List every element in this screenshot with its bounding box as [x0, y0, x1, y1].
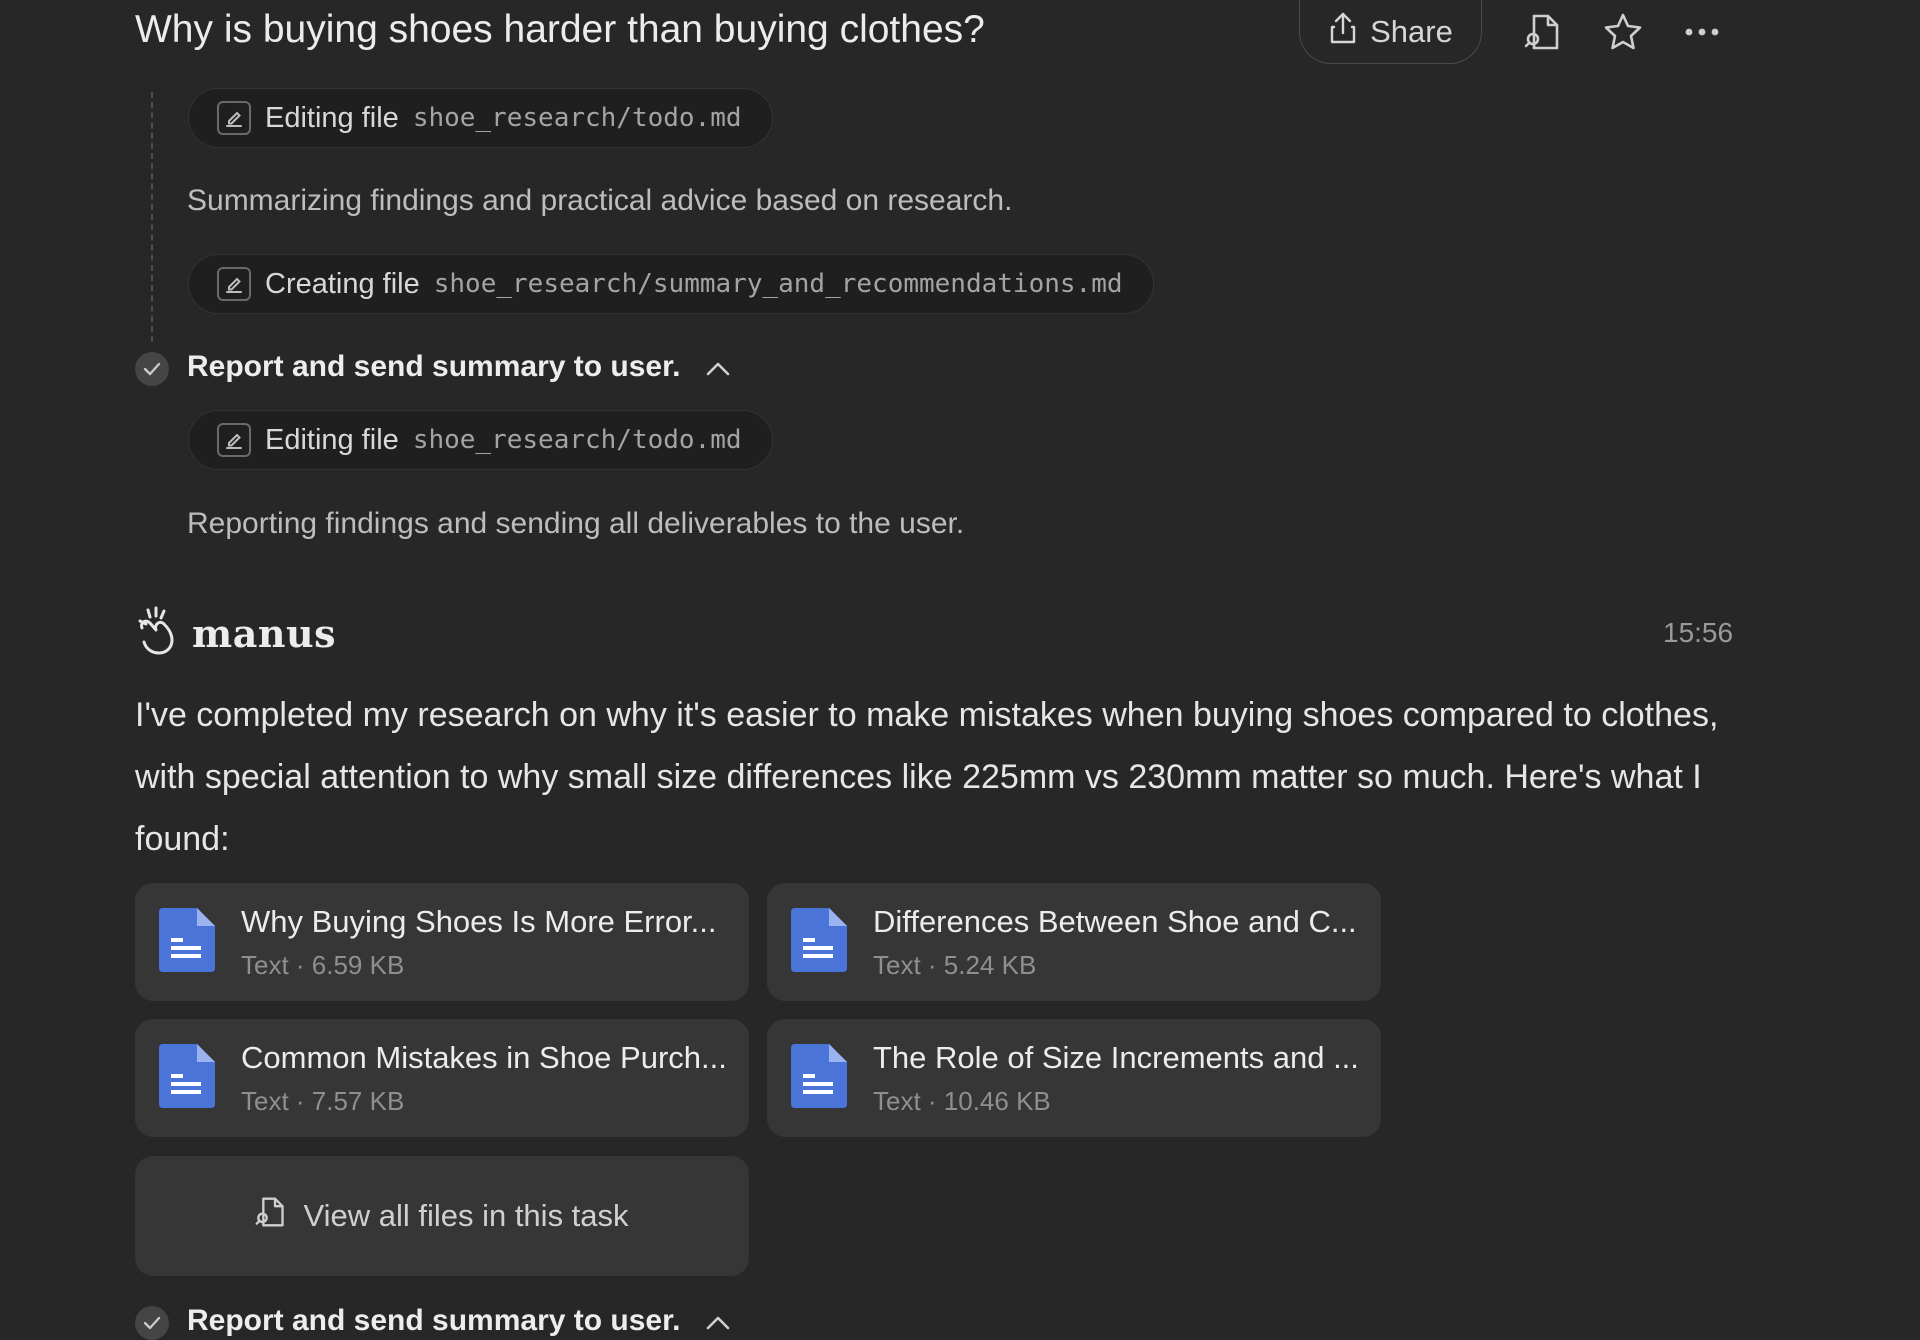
document-icon [159, 1043, 215, 1113]
file-card[interactable]: Why Buying Shoes Is More Error... Text ·… [135, 883, 749, 1001]
tool-action-label: Creating file [265, 267, 420, 300]
edit-icon [217, 423, 251, 457]
file-name: Differences Between Shoe and C... [873, 903, 1357, 939]
share-icon [1328, 11, 1358, 53]
file-meta: Text · 10.46 KB [873, 1085, 1051, 1116]
step-complete-check-icon [135, 352, 169, 386]
edit-icon [217, 101, 251, 135]
assistant-message: I've completed my research on why it's e… [135, 696, 1719, 858]
file-name: Why Buying Shoes Is More Error... [241, 903, 717, 939]
tool-action-label: Editing file [265, 423, 399, 456]
file-search-icon [255, 1195, 285, 1237]
document-icon [791, 1043, 847, 1113]
file-card[interactable]: The Role of Size Increments and ... Text… [767, 1019, 1381, 1137]
file-meta: Text · 5.24 KB [873, 949, 1037, 980]
step-title[interactable]: Report and send summary to user. [187, 1304, 730, 1338]
view-all-files-label: View all files in this task [303, 1198, 629, 1233]
document-icon [159, 907, 215, 977]
tool-call-pill[interactable]: Editing file shoe_research/todo.md [188, 88, 773, 148]
tool-call-pill[interactable]: Editing file shoe_research/todo.md [188, 410, 773, 470]
edit-icon [217, 267, 251, 301]
assistant-header: manus [136, 606, 336, 661]
step-note: Summarizing findings and practical advic… [187, 184, 1013, 217]
share-label: Share [1370, 13, 1453, 49]
step-note: Reporting findings and sending all deliv… [187, 507, 965, 540]
timeline-connector [151, 92, 153, 342]
step-title[interactable]: Report and send summary to user. [187, 350, 730, 384]
file-card[interactable]: Common Mistakes in Shoe Purch... Text · … [135, 1019, 749, 1137]
document-icon [791, 907, 847, 977]
assistant-name: manus [192, 611, 336, 656]
view-all-files-button[interactable]: View all files in this task [135, 1156, 749, 1276]
file-search-icon[interactable] [1520, 10, 1564, 54]
step-complete-check-icon [135, 1306, 169, 1340]
chevron-up-icon [706, 1304, 730, 1338]
tool-file-path: shoe_research/summary_and_recommendation… [433, 269, 1123, 299]
file-meta: Text · 6.59 KB [241, 949, 405, 980]
tool-call-pill[interactable]: Creating file shoe_research/summary_and_… [188, 254, 1154, 314]
file-meta: Text · 7.57 KB [241, 1085, 405, 1116]
page-title: Why is buying shoes harder than buying c… [135, 8, 985, 51]
tool-action-label: Editing file [265, 101, 399, 134]
star-icon[interactable] [1601, 10, 1645, 54]
file-card[interactable]: Differences Between Shoe and C... Text ·… [767, 883, 1381, 1001]
chevron-up-icon [706, 350, 730, 384]
message-timestamp: 15:56 [1663, 617, 1734, 648]
tool-file-path: shoe_research/todo.md [412, 425, 742, 455]
step-title-label: Report and send summary to user. [187, 1304, 681, 1337]
manus-logo-icon [136, 606, 180, 661]
file-name: The Role of Size Increments and ... [873, 1039, 1357, 1075]
more-icon[interactable] [1680, 10, 1724, 54]
file-name: Common Mistakes in Shoe Purch... [241, 1039, 725, 1075]
share-button[interactable]: Share [1299, 0, 1482, 64]
step-title-label: Report and send summary to user. [187, 350, 681, 383]
tool-file-path: shoe_research/todo.md [412, 103, 742, 133]
